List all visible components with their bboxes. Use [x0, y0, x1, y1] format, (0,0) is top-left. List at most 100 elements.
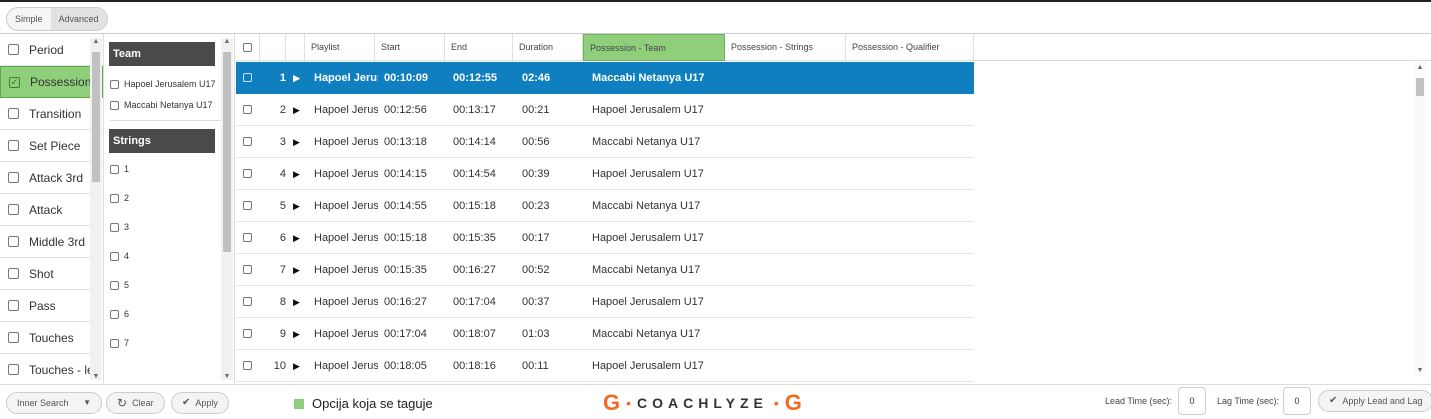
table-row[interactable]: 8 ▶ Hapoel Jerus 00:16:27 00:17:04 00:37 Hapoe…	[236, 286, 974, 318]
checkbox-icon[interactable]	[8, 44, 19, 55]
grid-header-possession-strings[interactable]: Possession - Strings	[725, 34, 846, 61]
clear-button[interactable]: ↻ Clear	[106, 392, 165, 414]
string-option[interactable]: 2	[110, 192, 234, 221]
checkbox-icon[interactable]	[110, 101, 119, 110]
checkbox-icon[interactable]	[110, 310, 119, 319]
row-checkbox[interactable]	[243, 169, 252, 178]
table-row[interactable]: 1 ▶ Hapoel Jerus 00:10:09 00:12:55 02:46 Macca…	[236, 62, 974, 94]
category-item[interactable]: Pass	[0, 290, 103, 322]
checkbox-icon[interactable]	[110, 80, 119, 89]
category-item[interactable]: Shot	[0, 258, 103, 290]
category-item[interactable]: Attack 3rd	[0, 162, 103, 194]
table-row[interactable]: 4 ▶ Hapoel Jerus 00:14:15 00:14:54 00:39 Hapoe…	[236, 158, 974, 190]
grid-header-start[interactable]: Start	[375, 34, 445, 61]
checkbox-icon[interactable]	[8, 332, 19, 343]
category-item[interactable]: Attack	[0, 194, 103, 226]
string-option[interactable]: 3	[110, 221, 234, 250]
category-item[interactable]: Period	[0, 34, 103, 66]
scroll-thumb[interactable]	[92, 52, 100, 182]
table-row[interactable]: 3 ▶ Hapoel Jerus 00:13:18 00:14:14 00:56 Macca…	[236, 126, 974, 158]
simple-mode-button[interactable]: Simple	[7, 8, 51, 30]
grid-header-playlist[interactable]: Playlist	[305, 34, 375, 61]
play-icon[interactable]: ▶	[293, 94, 300, 126]
grid-scrollbar[interactable]: ▲ ▼	[1414, 62, 1426, 376]
checkbox-icon[interactable]	[8, 140, 19, 151]
play-icon[interactable]: ▶	[293, 126, 300, 158]
string-option[interactable]: 4	[110, 250, 234, 279]
scroll-up-arrow-icon[interactable]: ▲	[1414, 64, 1426, 71]
scroll-down-arrow-icon[interactable]: ▼	[90, 373, 102, 380]
checkbox-icon[interactable]	[8, 364, 19, 375]
coachlyze-logo-mark-icon: G	[603, 390, 621, 415]
grid-header-duration[interactable]: Duration	[513, 34, 583, 61]
scroll-up-arrow-icon[interactable]: ▲	[221, 38, 233, 45]
string-option[interactable]: 7	[110, 337, 234, 366]
apply-button[interactable]: ✔ Apply	[171, 392, 229, 414]
table-row[interactable]: 7 ▶ Hapoel Jerus 00:15:35 00:16:27 00:52 Macca…	[236, 254, 974, 286]
row-checkbox[interactable]	[243, 329, 252, 338]
row-checkbox[interactable]	[243, 297, 252, 306]
table-row[interactable]: 6 ▶ Hapoel Jerus 00:15:18 00:15:35 00:17 Hapoe…	[236, 222, 974, 254]
play-icon[interactable]: ▶	[293, 286, 300, 318]
checkbox-icon[interactable]	[110, 194, 119, 203]
checkbox-icon[interactable]	[8, 108, 19, 119]
checkbox-icon[interactable]	[8, 300, 19, 311]
play-icon[interactable]: ▶	[293, 62, 300, 94]
grid-header-possession-team[interactable]: Possession - Team	[583, 34, 725, 61]
category-item[interactable]: Set Piece	[0, 130, 103, 162]
lead-time-input[interactable]: 0	[1178, 387, 1206, 415]
grid-header-end[interactable]: End	[445, 34, 513, 61]
category-item[interactable]: ✓ Possession	[0, 66, 103, 98]
scroll-down-arrow-icon[interactable]: ▼	[1414, 367, 1426, 374]
row-checkbox[interactable]	[243, 201, 252, 210]
table-row[interactable]: 2 ▶ Hapoel Jerus 00:12:56 00:13:17 00:21 Hapoe…	[236, 94, 974, 126]
row-checkbox[interactable]	[243, 137, 252, 146]
table-row[interactable]: 9 ▶ Hapoel Jerus 00:17:04 00:18:07 01:03 Macca…	[236, 318, 974, 350]
row-checkbox[interactable]	[243, 73, 252, 82]
string-option[interactable]: 5	[110, 279, 234, 308]
play-icon[interactable]: ▶	[293, 190, 300, 222]
inner-search-dropdown[interactable]: Inner Search ▼	[6, 392, 102, 414]
row-checkbox[interactable]	[243, 105, 252, 114]
row-checkbox[interactable]	[243, 361, 252, 370]
scroll-up-arrow-icon[interactable]: ▲	[90, 38, 102, 45]
scroll-down-arrow-icon[interactable]: ▼	[221, 373, 233, 380]
checkbox-icon[interactable]	[110, 339, 119, 348]
row-checkbox[interactable]	[243, 265, 252, 274]
checked-checkbox-icon[interactable]: ✓	[9, 76, 20, 88]
play-icon[interactable]: ▶	[293, 318, 300, 350]
play-icon[interactable]: ▶	[293, 350, 300, 382]
row-checkbox[interactable]	[243, 233, 252, 242]
events-grid: Playlist Start End Duration Possession -…	[236, 34, 1431, 384]
checkbox-icon[interactable]	[110, 252, 119, 261]
select-all-checkbox[interactable]	[236, 34, 260, 61]
string-option[interactable]: 6	[110, 308, 234, 337]
category-item[interactable]: Middle 3rd	[0, 226, 103, 258]
scroll-thumb[interactable]	[223, 52, 231, 252]
play-icon[interactable]: ▶	[293, 222, 300, 254]
checkbox-icon[interactable]	[8, 172, 19, 183]
category-item[interactable]: Transition	[0, 98, 103, 130]
scroll-thumb[interactable]	[1416, 78, 1424, 96]
lag-time-input[interactable]: 0	[1283, 387, 1311, 415]
advanced-mode-button[interactable]: Advanced	[50, 8, 107, 30]
team-option[interactable]: Hapoel Jerusalem U17	[110, 78, 234, 91]
category-scrollbar[interactable]: ▲ ▼	[90, 38, 102, 380]
checkbox-icon[interactable]	[110, 281, 119, 290]
string-option[interactable]: 1	[110, 163, 234, 192]
table-row[interactable]: 10 ▶ Hapoel Jerus 00:18:05 00:18:16 00:11 Hapo…	[236, 350, 974, 382]
category-item[interactable]: Touches	[0, 322, 103, 354]
checkbox-icon[interactable]	[8, 236, 19, 247]
category-item[interactable]: Touches - le	[0, 354, 103, 384]
apply-lead-lag-button[interactable]: ✔ Apply Lead and Lag	[1318, 390, 1431, 412]
play-icon[interactable]: ▶	[293, 254, 300, 286]
grid-header-possession-qualifier[interactable]: Possession - Qualifier	[846, 34, 974, 61]
checkbox-icon[interactable]	[110, 165, 119, 174]
checkbox-icon[interactable]	[8, 268, 19, 279]
filter-scrollbar[interactable]: ▲ ▼	[221, 38, 233, 380]
team-option[interactable]: Maccabi Netanya U17	[110, 99, 234, 112]
checkbox-icon[interactable]	[8, 204, 19, 215]
play-icon[interactable]: ▶	[293, 158, 300, 190]
checkbox-icon[interactable]	[110, 223, 119, 232]
table-row[interactable]: 5 ▶ Hapoel Jerus 00:14:55 00:15:18 00:23 Macca…	[236, 190, 974, 222]
